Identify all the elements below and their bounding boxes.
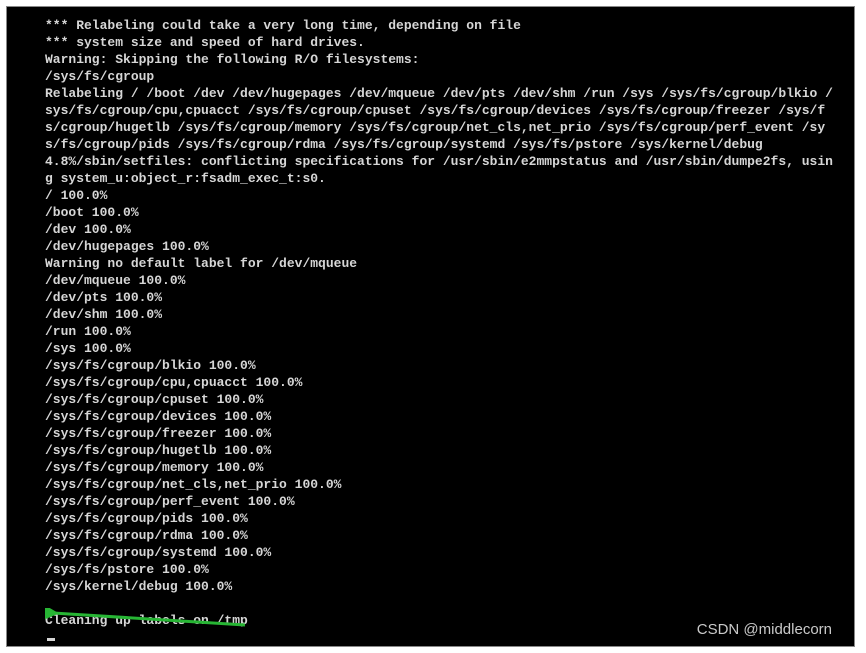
terminal-line: / 100.0% [45, 187, 840, 204]
terminal-line: Warning no default label for /dev/mqueue [45, 255, 840, 272]
terminal-line: /sys/fs/cgroup/hugetlb 100.0% [45, 442, 840, 459]
terminal-line: /sys/kernel/debug 100.0% [45, 578, 840, 595]
terminal-line: /sys/fs/cgroup [45, 68, 840, 85]
terminal-line: /sys/fs/cgroup/freezer 100.0% [45, 425, 840, 442]
terminal-line: /sys/fs/cgroup/devices 100.0% [45, 408, 840, 425]
terminal-line: /run 100.0% [45, 323, 840, 340]
terminal-line: /dev/pts 100.0% [45, 289, 840, 306]
terminal-line: /sys/fs/pstore 100.0% [45, 561, 840, 578]
terminal-line: /sys/fs/cgroup/cpu,cpuacct 100.0% [45, 374, 840, 391]
terminal-output[interactable]: *** Relabeling could take a very long ti… [7, 7, 854, 646]
terminal-line: /sys/fs/cgroup/blkio 100.0% [45, 357, 840, 374]
terminal-line: /sys/fs/cgroup/rdma 100.0% [45, 527, 840, 544]
terminal-line: /sys/fs/cgroup/net_cls,net_prio 100.0% [45, 476, 840, 493]
terminal-line: /sys/fs/cgroup/cpuset 100.0% [45, 391, 840, 408]
terminal-line: /sys/fs/cgroup/perf_event 100.0% [45, 493, 840, 510]
terminal-line: /dev 100.0% [45, 221, 840, 238]
terminal-line: /sys 100.0% [45, 340, 840, 357]
terminal-line: Warning: Skipping the following R/O file… [45, 51, 840, 68]
terminal-line: /dev/hugepages 100.0% [45, 238, 840, 255]
terminal-line: Relabeling / /boot /dev /dev/hugepages /… [45, 85, 840, 153]
terminal-window: *** Relabeling could take a very long ti… [6, 6, 855, 647]
terminal-line: 4.8%/sbin/setfiles: conflicting specific… [45, 153, 840, 187]
watermark-text: CSDN @middlecorn [697, 621, 832, 638]
terminal-line: /boot 100.0% [45, 204, 840, 221]
terminal-line: /dev/mqueue 100.0% [45, 272, 840, 289]
terminal-line: /sys/fs/cgroup/systemd 100.0% [45, 544, 840, 561]
terminal-line: /sys/fs/cgroup/memory 100.0% [45, 459, 840, 476]
terminal-line: /sys/fs/cgroup/pids 100.0% [45, 510, 840, 527]
terminal-line: *** system size and speed of hard drives… [45, 34, 840, 51]
terminal-line: /dev/shm 100.0% [45, 306, 840, 323]
terminal-line: *** Relabeling could take a very long ti… [45, 17, 840, 34]
terminal-line [45, 595, 840, 612]
